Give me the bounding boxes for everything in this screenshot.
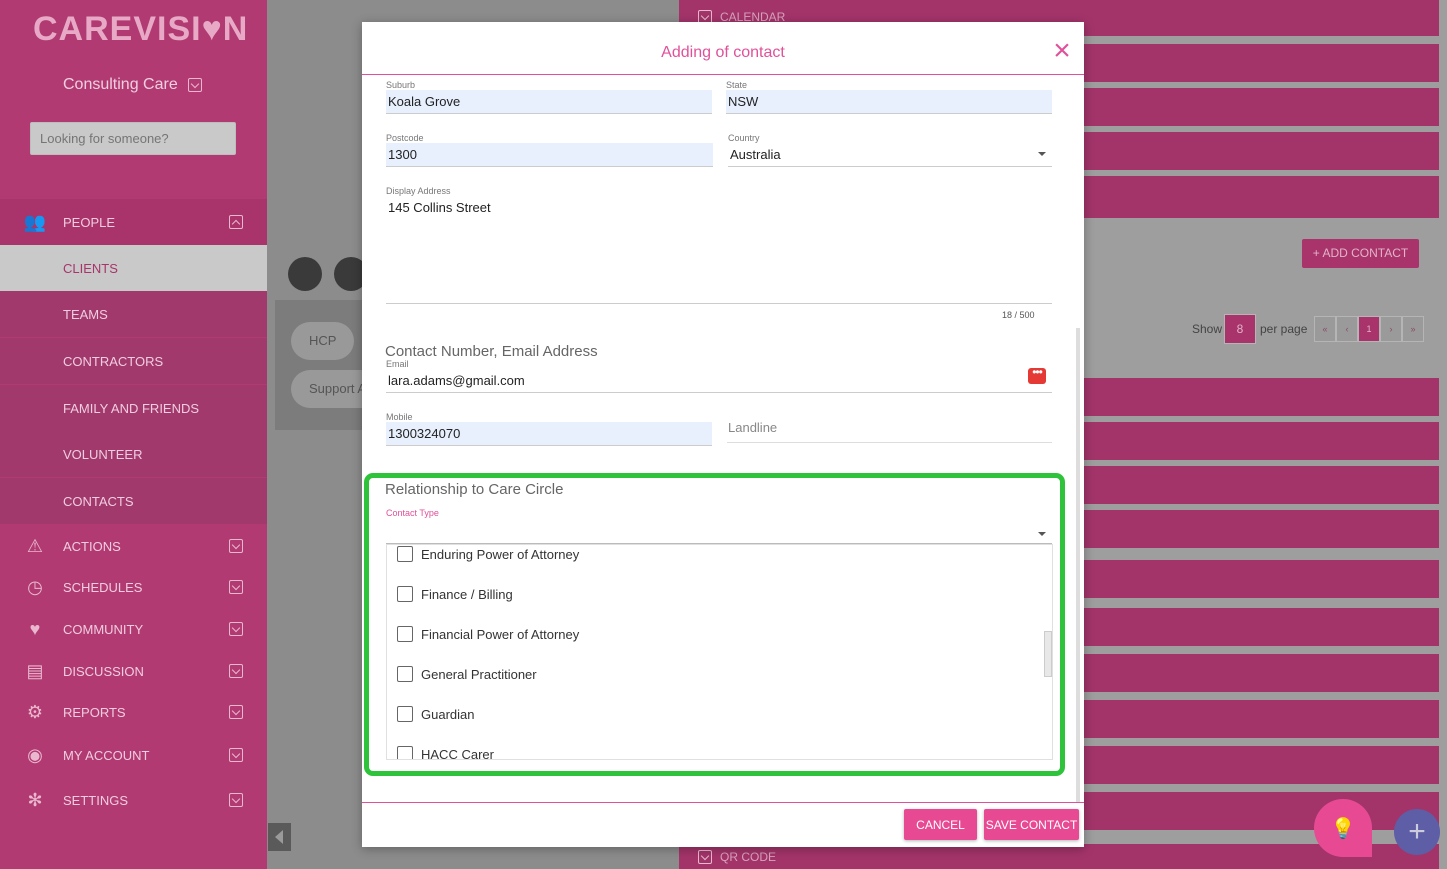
- relationship-section-title: Relationship to Care Circle: [385, 481, 564, 498]
- heart-balloon-icon: ♥: [29, 618, 41, 639]
- add-contact-modal: Adding of contact × Suburb Koala Grove S…: [362, 22, 1084, 847]
- suburb-field[interactable]: Suburb Koala Grove: [386, 80, 712, 114]
- email-input[interactable]: lara.adams@gmail.com: [386, 369, 1052, 393]
- pager-last[interactable]: »: [1402, 316, 1424, 342]
- org-name: Consulting Care: [63, 76, 178, 93]
- org-selector[interactable]: Consulting Care: [63, 76, 202, 94]
- country-dropdown-icon[interactable]: [1038, 152, 1046, 156]
- clock-icon: ◷: [27, 576, 43, 597]
- more-options-icon[interactable]: •••: [1028, 366, 1046, 384]
- chevron-down-icon: [187, 78, 202, 92]
- landline-underline: [727, 442, 1052, 443]
- email-field[interactable]: Email lara.adams@gmail.com: [386, 359, 1052, 393]
- plus-icon[interactable]: +: [1394, 809, 1440, 855]
- qr-code-label: QR CODE: [698, 850, 776, 864]
- show-label: Show: [1192, 322, 1223, 336]
- checkbox[interactable]: [397, 706, 413, 722]
- chevron-down-icon: [229, 793, 243, 807]
- chevron-up-icon: [229, 215, 243, 229]
- nav-actions[interactable]: ⚠ ACTIONS: [0, 523, 267, 569]
- nav-teams[interactable]: TEAMS: [0, 291, 267, 337]
- hcp-pill[interactable]: HCP: [291, 322, 355, 360]
- chevron-down-icon: [229, 664, 243, 678]
- contact-type-options-list[interactable]: Enduring Power of Attorney Finance / Bil…: [386, 544, 1053, 760]
- discussion-round-icon[interactable]: [288, 257, 322, 291]
- modal-header-divider: [362, 74, 1084, 75]
- suburb-input[interactable]: Koala Grove: [386, 90, 712, 114]
- state-input[interactable]: NSW: [726, 90, 1052, 114]
- state-field[interactable]: State NSW: [726, 80, 1052, 114]
- reports-icon: ⚙: [26, 701, 44, 722]
- nav-family-friends[interactable]: FAMILY AND FRIENDS: [0, 385, 267, 431]
- checkbox[interactable]: [397, 666, 413, 682]
- chevron-down-icon: [229, 748, 243, 762]
- display-address-field[interactable]: Display Address 145 Collins Street: [386, 186, 1052, 220]
- pager-prev[interactable]: ‹: [1336, 316, 1358, 342]
- modal-title: Adding of contact: [661, 44, 785, 61]
- per-page-label: per page: [1260, 322, 1308, 336]
- checkbox[interactable]: [397, 746, 413, 759]
- nav-contractors[interactable]: CONTRACTORS: [0, 338, 267, 384]
- checkbox[interactable]: [397, 546, 413, 562]
- nav-people[interactable]: 👥 PEOPLE: [0, 199, 267, 245]
- country-select[interactable]: Australia: [728, 143, 1052, 167]
- chevron-down-icon: [229, 622, 243, 636]
- mobile-input[interactable]: 1300324070: [386, 422, 712, 446]
- option-finance-billing[interactable]: Finance / Billing: [397, 586, 513, 602]
- mobile-field[interactable]: Mobile 1300324070: [386, 412, 712, 446]
- chevron-down-icon: [229, 580, 243, 594]
- nav-discussion[interactable]: ▤ DISCUSSION: [0, 648, 267, 694]
- nav-clients[interactable]: CLIENTS: [0, 245, 267, 291]
- contact-type-dropdown-icon[interactable]: [1038, 532, 1046, 536]
- display-address-underline: [386, 303, 1052, 304]
- chat-icon: ▤: [26, 660, 44, 681]
- user-icon: ◉: [27, 744, 43, 765]
- contact-section-title: Contact Number, Email Address: [385, 343, 598, 360]
- lightbulb-icon[interactable]: 💡: [1314, 799, 1372, 857]
- nav-schedules[interactable]: ◷ SCHEDULES: [0, 564, 267, 610]
- nav-my-account[interactable]: ◉ MY ACCOUNT: [0, 732, 267, 778]
- save-contact-button[interactable]: SAVE CONTACT: [984, 809, 1079, 840]
- modal-footer-divider: [362, 802, 1084, 803]
- landline-input[interactable]: Landline: [728, 420, 777, 435]
- nav-settings[interactable]: ✻ SETTINGS: [0, 777, 267, 823]
- checkbox[interactable]: [397, 586, 413, 602]
- chevron-down-icon: [229, 705, 243, 719]
- display-address-input[interactable]: 145 Collins Street: [386, 196, 1052, 220]
- cancel-button[interactable]: CANCEL: [904, 809, 977, 840]
- per-page-select[interactable]: 8: [1224, 314, 1256, 344]
- nav-volunteer[interactable]: VOLUNTEER: [0, 431, 267, 477]
- postcode-field[interactable]: Postcode 1300: [386, 133, 713, 167]
- chevron-down-icon: [229, 539, 243, 553]
- nav-reports[interactable]: ⚙ REPORTS: [0, 689, 267, 735]
- pager-page-1[interactable]: 1: [1358, 316, 1380, 342]
- warning-icon: ⚠: [26, 535, 44, 556]
- option-financial-power-of-attorney[interactable]: Financial Power of Attorney: [397, 626, 579, 642]
- gear-icon: ✻: [27, 789, 43, 810]
- option-general-practitioner[interactable]: General Practitioner: [397, 666, 537, 682]
- option-enduring-power-of-attorney[interactable]: Enduring Power of Attorney: [397, 546, 579, 562]
- pager-first[interactable]: «: [1314, 316, 1336, 342]
- chevron-down-icon: [698, 850, 712, 864]
- contact-type-label: Contact Type: [386, 508, 439, 518]
- people-icon: 👥: [23, 211, 47, 232]
- modal-scrollbar[interactable]: [1076, 328, 1080, 803]
- checkbox[interactable]: [397, 626, 413, 642]
- sidebar: CAREVISI♥N Consulting Care 👥 PEOPLE CLIE…: [0, 0, 267, 869]
- search-input[interactable]: [30, 122, 236, 155]
- nav-contacts[interactable]: CONTACTS: [0, 478, 267, 524]
- options-scrollbar-thumb[interactable]: [1044, 631, 1052, 677]
- collapse-sidebar-button[interactable]: [268, 823, 291, 851]
- country-field[interactable]: Country Australia: [728, 133, 1052, 167]
- pager-next[interactable]: ›: [1380, 316, 1402, 342]
- option-hacc-carer[interactable]: HACC Carer: [397, 746, 494, 759]
- add-contact-button[interactable]: + ADD CONTACT: [1302, 239, 1419, 268]
- postcode-input[interactable]: 1300: [386, 143, 713, 167]
- nav-community[interactable]: ♥ COMMUNITY: [0, 606, 267, 652]
- option-guardian[interactable]: Guardian: [397, 706, 474, 722]
- close-icon[interactable]: ×: [1050, 36, 1074, 66]
- char-counter: 18 / 500: [1002, 310, 1035, 320]
- carevision-logo: CAREVISI♥N: [33, 10, 249, 48]
